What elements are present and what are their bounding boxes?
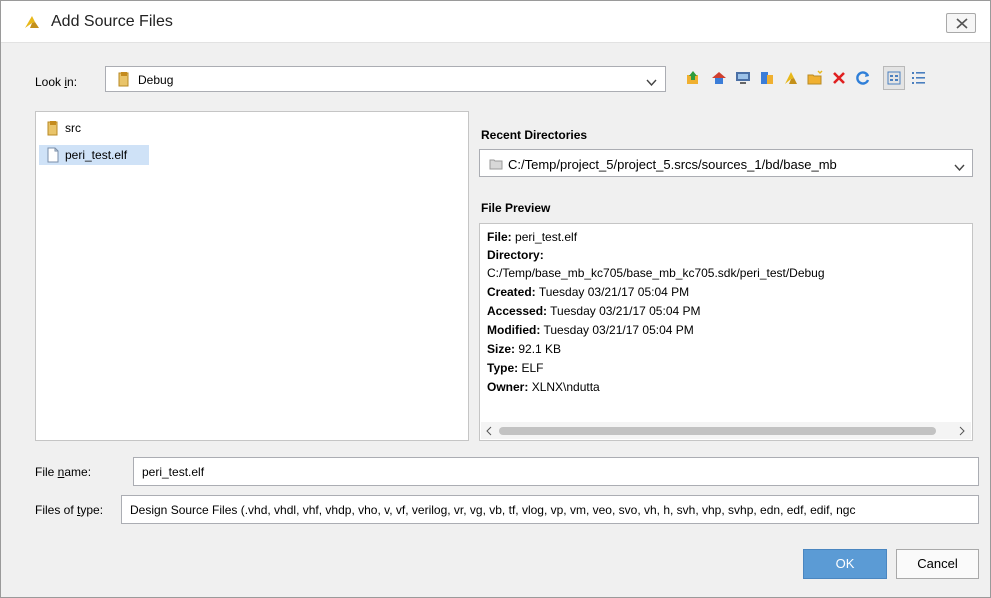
recent-directories-combo[interactable]: C:/Temp/project_5/project_5.srcs/sources… — [479, 149, 973, 177]
add-source-files-dialog: Add Source Files Look in: Debug src peri… — [0, 0, 991, 598]
file-preview-label: File Preview — [481, 201, 551, 215]
cancel-button[interactable]: Cancel — [896, 549, 979, 579]
preview-directory-key: Directory: — [487, 248, 544, 262]
look-in-value: Debug — [138, 73, 174, 87]
refresh-icon[interactable] — [853, 67, 873, 89]
preview-directory-value: C:/Temp/base_mb_kc705/base_mb_kc705.sdk/… — [487, 266, 825, 280]
chevron-left-icon[interactable] — [486, 425, 492, 439]
preview-type: Type: ELF — [487, 361, 544, 375]
chevron-right-icon[interactable] — [959, 425, 965, 439]
recent-directory-value: C:/Temp/project_5/project_5.srcs/sources… — [508, 157, 837, 172]
look-in-label: Look in: — [35, 75, 78, 89]
look-in-combo[interactable]: Debug — [105, 66, 666, 92]
file-name-label: File name: — [35, 465, 92, 479]
close-icon — [956, 18, 968, 29]
chevron-down-icon — [954, 160, 965, 174]
folder-icon — [489, 158, 503, 173]
preview-modified: Modified: Tuesday 03/21/17 05:04 PM — [487, 323, 694, 337]
file-name: src — [65, 121, 81, 135]
close-button[interactable] — [946, 13, 976, 33]
files-of-type-label: Files of type: — [35, 503, 104, 517]
chevron-down-icon — [646, 75, 657, 89]
list-view-button[interactable] — [883, 66, 905, 90]
favorites-icon[interactable] — [781, 67, 801, 89]
file-preview-panel: File: peri_test.elf Directory: C:/Temp/b… — [479, 223, 973, 441]
horizontal-scrollbar[interactable] — [481, 422, 971, 439]
file-name-input[interactable]: peri_test.elf — [133, 457, 979, 486]
file-list[interactable]: src peri_test.elf — [35, 111, 469, 441]
recent-directories-label: Recent Directories — [481, 128, 588, 142]
vivado-logo-icon — [23, 14, 41, 30]
new-folder-icon[interactable] — [805, 67, 825, 89]
dialog-title: Add Source Files — [51, 13, 173, 30]
project-icon[interactable] — [757, 67, 777, 89]
list-item-file[interactable]: peri_test.elf — [39, 145, 149, 165]
list-view-icon — [887, 71, 901, 85]
preview-owner: Owner: XLNX\ndutta — [487, 380, 600, 394]
up-folder-icon[interactable] — [683, 67, 703, 89]
delete-icon[interactable] — [829, 67, 849, 89]
list-item-folder[interactable]: src — [39, 118, 81, 138]
preview-file: File: peri_test.elf — [487, 230, 578, 244]
title-bar: Add Source Files — [1, 1, 990, 43]
folder-icon — [45, 120, 61, 142]
file-icon — [45, 147, 61, 169]
file-name: peri_test.elf — [65, 148, 128, 162]
preview-size: Size: 92.1 KB — [487, 342, 562, 356]
home-icon[interactable] — [709, 67, 729, 89]
desktop-icon[interactable] — [733, 67, 753, 89]
folder-icon — [116, 71, 132, 90]
scrollbar-thumb[interactable] — [499, 427, 936, 435]
details-view-icon[interactable] — [909, 67, 929, 89]
files-of-type-combo[interactable]: Design Source Files (.vhd, vhdl, vhf, vh… — [121, 495, 979, 524]
preview-accessed: Accessed: Tuesday 03/21/17 05:04 PM — [487, 304, 701, 318]
preview-created: Created: Tuesday 03/21/17 05:04 PM — [487, 285, 690, 299]
ok-button[interactable]: OK — [803, 549, 887, 579]
